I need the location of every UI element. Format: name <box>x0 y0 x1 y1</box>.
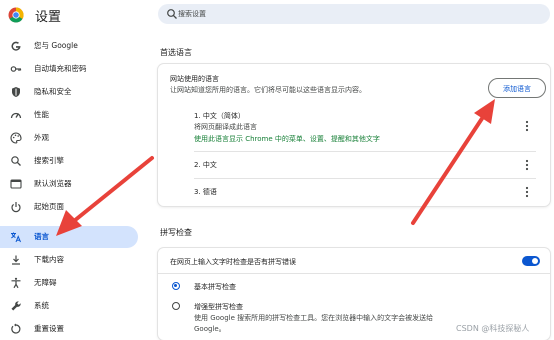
sidebar-item-label: 隐私和安全 <box>34 87 72 96</box>
sidebar-item-label: 您与 Google <box>34 41 78 50</box>
card-subtitle: 让网站知道您所用的语言。它们将尽可能以这些语言显示内容。 <box>170 86 366 94</box>
language-detail: 将网页翻译成此语言 <box>194 123 257 131</box>
divider <box>194 178 536 179</box>
sidebar-item-default-browser[interactable]: 默认浏览器 <box>0 173 138 195</box>
search-icon <box>11 156 21 166</box>
sidebar-item-downloads[interactable]: 下载内容 <box>0 249 138 271</box>
spellcheck-toggle[interactable] <box>522 256 540 266</box>
language-label: 1. 中文（简体） <box>194 112 245 120</box>
chrome-logo-icon <box>8 7 24 23</box>
palette-icon <box>10 132 22 144</box>
sidebar-item-reset-settings[interactable]: 重置设置 <box>0 318 138 340</box>
enhanced-spellcheck-description: 使用 Google 搜索所用的拼写检查工具。您在浏览器中输入的文字会被发送给 <box>194 314 434 322</box>
sidebar-item-appearance[interactable]: 外观 <box>0 127 138 149</box>
sidebar-item-label: 重置设置 <box>34 324 64 333</box>
card-title: 网站使用的语言 <box>170 75 219 83</box>
sidebar-item-label: 自动填充和密码 <box>34 64 87 73</box>
divider <box>194 151 536 152</box>
key-icon <box>10 66 22 72</box>
language-ui-note: 使用此语言显示 Chrome 中的菜单、设置、提醒和其他文字 <box>194 135 380 143</box>
sidebar-item-system[interactable]: 系统 <box>0 295 138 317</box>
google-icon <box>11 41 21 51</box>
more-vert-icon[interactable] <box>524 159 530 171</box>
download-icon <box>12 255 20 265</box>
basic-spellcheck-label: 基本拼写检查 <box>194 283 236 291</box>
more-vert-icon[interactable] <box>524 186 530 198</box>
divider <box>158 273 550 274</box>
search-input[interactable] <box>178 6 538 22</box>
sidebar-item-on-startup[interactable]: 起始页面 <box>0 196 138 218</box>
language-label: 2. 中文 <box>194 161 217 169</box>
sidebar-item-label: 搜索引擎 <box>34 156 64 165</box>
section-title-preferred-languages: 首选语言 <box>160 48 192 57</box>
sidebar-item-label: 语言 <box>34 232 49 241</box>
basic-spellcheck-radio[interactable] <box>172 282 180 290</box>
search-bar[interactable] <box>158 4 550 24</box>
sidebar-item-label: 无障碍 <box>34 278 57 287</box>
sidebar-item-label: 下载内容 <box>34 255 64 264</box>
sidebar-item-accessibility[interactable]: 无障碍 <box>0 272 138 294</box>
page-title: 设置 <box>35 10 62 25</box>
sidebar-item-you-and-google[interactable]: 您与 Google <box>0 35 138 57</box>
shield-icon <box>12 87 20 97</box>
power-icon <box>11 202 21 213</box>
sidebar-item-label: 性能 <box>34 110 49 119</box>
language-label: 3. 德语 <box>194 188 217 196</box>
more-vert-icon[interactable] <box>524 120 530 132</box>
reset-icon <box>11 323 21 334</box>
speedometer-icon <box>10 112 22 119</box>
sidebar-item-label: 默认浏览器 <box>34 179 72 188</box>
languages-card: 网站使用的语言 让网站知道您所用的语言。它们将尽可能以这些语言显示内容。 添加语… <box>158 64 550 206</box>
sidebar-item-label: 外观 <box>34 133 49 142</box>
search-icon <box>167 9 177 19</box>
watermark: CSDN @科技探秘人 <box>456 324 530 333</box>
sidebar-item-label: 系统 <box>34 301 49 310</box>
toggle-knob <box>532 258 538 264</box>
accessibility-icon <box>11 277 21 289</box>
enhanced-spellcheck-description-cont: Google。 <box>194 325 226 333</box>
sidebar-item-languages[interactable]: 语言 <box>0 226 138 248</box>
browser-icon <box>10 179 22 189</box>
section-title-spellcheck: 拼写检查 <box>160 228 192 237</box>
header: 设置 <box>0 0 554 30</box>
sidebar: 您与 Google 自动填充和密码 隐私和安全 性能 外观 搜索引擎 默认浏览器 <box>0 30 140 340</box>
spellcheck-toggle-label: 在网页上输入文字时检查是否有拼写错误 <box>170 258 296 266</box>
enhanced-spellcheck-label: 增强型拼写检查 <box>194 303 243 311</box>
wrench-icon <box>11 301 21 311</box>
translate-icon <box>11 232 21 243</box>
sidebar-item-performance[interactable]: 性能 <box>0 104 138 126</box>
sidebar-item-privacy[interactable]: 隐私和安全 <box>0 81 138 103</box>
add-language-button[interactable]: 添加语言 <box>488 78 546 98</box>
sidebar-item-search-engine[interactable]: 搜索引擎 <box>0 150 138 172</box>
enhanced-spellcheck-radio[interactable] <box>172 302 180 310</box>
settings-window: 设置 您与 Google 自动填充和密码 隐私和安全 性能 外 <box>0 0 554 340</box>
sidebar-item-autofill[interactable]: 自动填充和密码 <box>0 58 138 80</box>
sidebar-item-label: 起始页面 <box>34 202 64 211</box>
